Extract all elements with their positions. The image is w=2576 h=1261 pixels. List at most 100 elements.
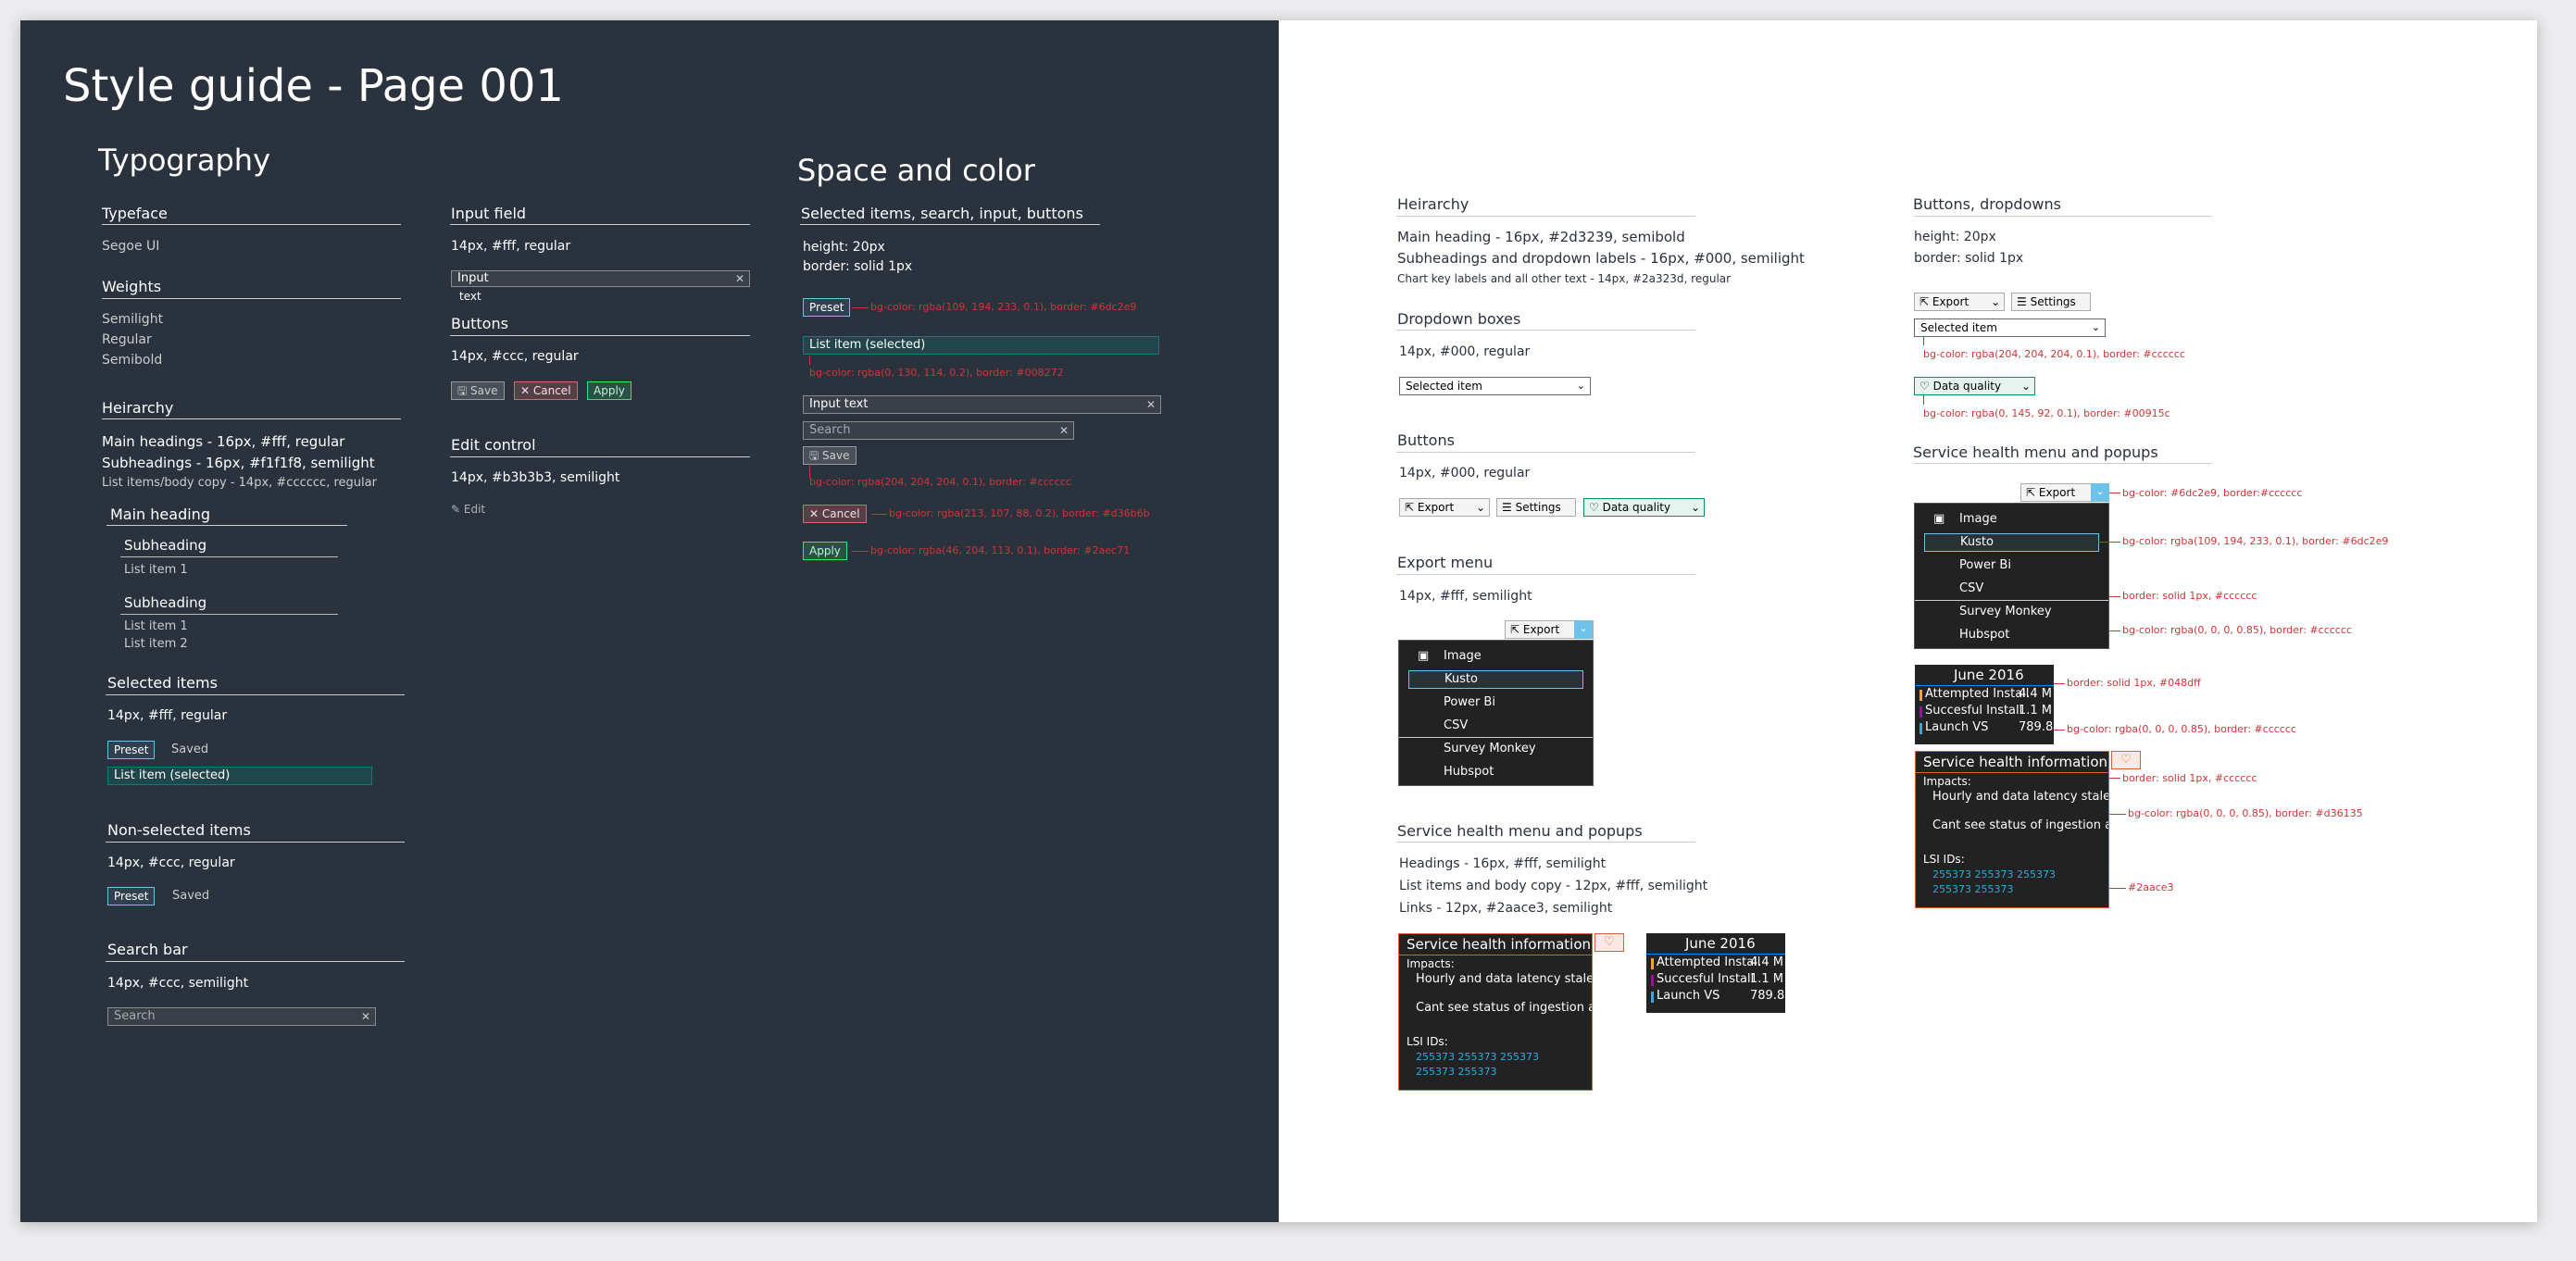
chevron-down-icon: ⌄ (2020, 380, 2031, 393)
menu-item-powerbi[interactable]: Power Bi (1915, 556, 2108, 575)
list-item: List item 2 (124, 637, 188, 651)
dropdown-select[interactable]: Selected item ⌄ (1914, 318, 2106, 337)
annotation: bg-color: rgba(0, 0, 0, 0.85), border: #… (2128, 807, 2363, 819)
annotation: bg-color: rgba(109, 194, 233, 0.1), bord… (870, 301, 1137, 313)
text-input[interactable]: Input ✕ (451, 270, 750, 287)
edit-label: Edit (463, 503, 486, 516)
export-icon: ⇱ (1919, 295, 1932, 308)
lsi-links[interactable]: 255373 255373 (1416, 1066, 1496, 1079)
popup-impact: Cant see status of ingestion and (1416, 1001, 1593, 1015)
export-button[interactable]: ⇱ Export ⌄ (1399, 498, 1490, 517)
menu-item-csv[interactable]: CSV (1399, 717, 1593, 735)
export-menu: ▣ Image Kusto Power Bi CSV Survey Monkey … (1398, 640, 1594, 786)
menu-item-powerbi[interactable]: Power Bi (1399, 693, 1593, 712)
menu-item-image[interactable]: ▣ Image (1915, 510, 2108, 529)
chevron-down-icon[interactable]: ⌄ (1574, 620, 1593, 639)
data-quality-button[interactable]: ♡ Data quality ⌄ (1583, 498, 1705, 517)
cal-row-value: 789.8 K (2019, 720, 2054, 734)
heirarchy-line: Main heading - 16px, #2d3239, semibold (1397, 229, 1685, 245)
search-input[interactable]: Search ✕ (803, 421, 1074, 440)
popup-lsi: LSI IDs: (1407, 1035, 1448, 1048)
divider (1396, 574, 1695, 575)
border-text: border: solid 1px (803, 259, 913, 274)
save-label: Save (822, 449, 850, 462)
heirarchy-line: Chart key labels and all other text - 14… (1397, 272, 1732, 285)
preset-button[interactable]: Preset (107, 887, 156, 905)
service-line: Links - 12px, #2aace3, semilight (1399, 901, 1613, 916)
text-input[interactable]: Input text ✕ (803, 395, 1161, 414)
saved-text[interactable]: Saved (171, 743, 208, 757)
export-button[interactable]: ⇱ Export ⌄ (1914, 293, 2005, 311)
cal-row-label: Attempted Install (1925, 687, 2030, 701)
menu-item-csv[interactable]: CSV (1915, 580, 2108, 598)
annotation-line (1923, 395, 1924, 405)
close-icon[interactable]: ✕ (361, 1008, 370, 1025)
menu-item-kusto[interactable]: Kusto (1408, 670, 1583, 689)
service-health-popup: Service health information Impacts: Hour… (1398, 933, 1593, 1091)
preset-button[interactable]: Preset (803, 298, 851, 317)
settings-button[interactable]: ☰ Settings (2011, 293, 2091, 311)
lsi-links[interactable]: 255373 255373 255373 (1416, 1051, 1539, 1064)
save-button[interactable]: 🖫 Save (451, 381, 505, 400)
close-icon[interactable]: ✕ (735, 271, 744, 286)
annotation-line (809, 356, 810, 365)
divider (1913, 216, 2212, 217)
menu-item-kusto[interactable]: Kusto (1924, 533, 2099, 552)
data-quality-label: Data quality (1602, 501, 1671, 514)
cal-row-value: 4.4 M (2019, 687, 2053, 701)
menu-item-surveymonkey[interactable]: Survey Monkey (1399, 740, 1593, 758)
menu-item-image[interactable]: ▣ Image (1399, 647, 1593, 666)
service-line: List items and body copy - 12px, #fff, s… (1399, 879, 1708, 893)
popup-title: Service health information (1407, 936, 1592, 953)
cal-row-label: Launch VS (1925, 720, 1989, 734)
legend-swatch (1919, 706, 1922, 718)
legend-swatch (1919, 690, 1922, 701)
menu-divider (1915, 600, 2108, 601)
search-input[interactable]: Search ✕ (107, 1007, 376, 1026)
edit-control[interactable]: ✎ Edit (451, 503, 486, 517)
buttons-desc: 14px, #ccc, regular (451, 349, 579, 364)
searchbar-desc: 14px, #ccc, semilight (107, 976, 249, 991)
apply-button[interactable]: Apply (587, 381, 631, 400)
data-quality-button[interactable]: ♡ Data quality ⌄ (1914, 377, 2035, 395)
edit-control-desc: 14px, #b3b3b3, semilight (451, 470, 620, 485)
list-item-selected[interactable]: List item (selected) (107, 767, 372, 785)
menu-item-hubspot[interactable]: Hubspot (1399, 763, 1593, 781)
close-icon[interactable]: ✕ (1146, 396, 1156, 413)
annotation: bg-color: #6dc2e9, border:#cccccc (2122, 487, 2303, 499)
cancel-button[interactable]: ✕ Cancel (514, 381, 578, 400)
menu-item-hubspot[interactable]: Hubspot (1915, 626, 2108, 644)
settings-label: Settings (2030, 295, 2076, 308)
save-button[interactable]: 🖫 Save (803, 446, 857, 465)
annotation-line (2109, 630, 2120, 631)
cancel-button[interactable]: ✕ Cancel (803, 505, 867, 523)
export-label: Export (1417, 501, 1455, 514)
cal-row-value: 1.1 M (2019, 704, 2053, 718)
lsi-links[interactable]: 255373 255373 (1932, 883, 2013, 896)
typography-heading: Typography (98, 143, 270, 178)
divider (1913, 463, 2212, 464)
service-health-label: Service health menu and popups (1913, 443, 2158, 461)
popup-impacts: Impacts: (1923, 775, 1971, 788)
lsi-links[interactable]: 255373 255373 255373 (1932, 868, 2056, 881)
weights-label: Weights (102, 278, 162, 295)
annotation: bg-color: rgba(204, 204, 204, 0.1), bord… (1923, 348, 2185, 360)
cal-row-label: Launch VS (1657, 989, 1720, 1003)
input-field-label: Input field (451, 205, 527, 222)
annotation: #2aace3 (2128, 881, 2174, 893)
annotation-line (2054, 683, 2065, 684)
settings-label: Settings (1515, 501, 1561, 514)
preset-button[interactable]: Preset (107, 741, 156, 759)
list-item-selected[interactable]: List item (selected) (803, 336, 1159, 355)
apply-button[interactable]: Apply (803, 542, 847, 560)
chevron-down-icon[interactable]: ⌄ (2091, 483, 2109, 502)
divider (106, 842, 405, 843)
settings-button[interactable]: ☰ Settings (1496, 498, 1576, 517)
menu-item-surveymonkey[interactable]: Survey Monkey (1915, 603, 2108, 621)
dropdown-select[interactable]: Selected item ⌄ (1399, 377, 1591, 395)
close-icon[interactable]: ✕ (1059, 422, 1069, 439)
dark-panel (20, 20, 1279, 1222)
health-toggle-icon[interactable]: ♡ (2111, 751, 2141, 769)
saved-text[interactable]: Saved (172, 889, 209, 904)
health-toggle-icon[interactable]: ♡ (1594, 933, 1624, 952)
